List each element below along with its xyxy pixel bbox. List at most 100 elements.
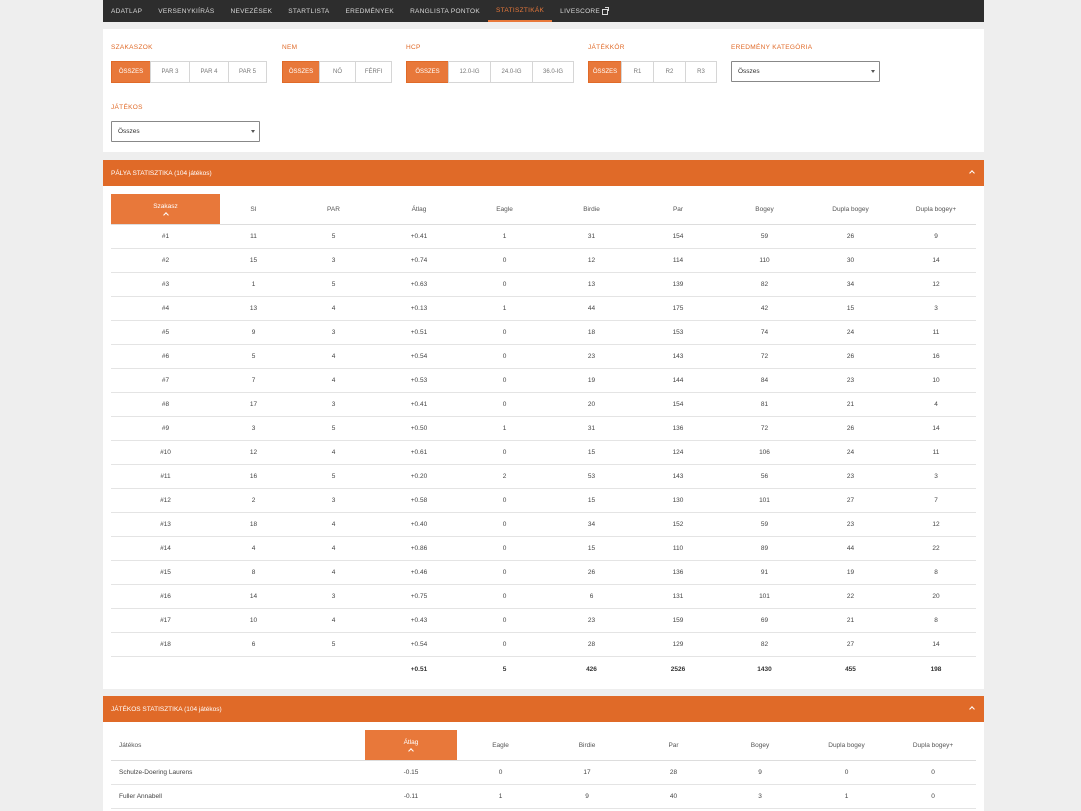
table-cell: 82	[724, 632, 805, 657]
table-cell: +0.50	[380, 416, 458, 441]
column-header[interactable]: Átlag	[365, 730, 457, 761]
column-header[interactable]: Par	[632, 194, 724, 225]
jatekkor-option-button[interactable]: R1	[621, 61, 654, 83]
table-cell: 84	[724, 368, 805, 393]
table-cell: 15	[220, 248, 287, 273]
table-cell: 14	[220, 584, 287, 609]
column-header[interactable]: Birdie	[551, 194, 632, 225]
table-cell: 8	[896, 608, 976, 633]
column-header[interactable]: Eagle	[457, 730, 544, 761]
column-header[interactable]: Átlag	[380, 194, 458, 225]
table-cell: 28	[630, 760, 717, 785]
table-cell: 19	[551, 368, 632, 393]
chevron-up-icon[interactable]	[969, 706, 975, 712]
table-cell: 44	[805, 536, 896, 561]
player-stats-table: Játékos Átlag Eagle Birdie Par Bogey Dupla bog…	[111, 730, 976, 809]
jatekos-select[interactable]: Összes	[111, 121, 260, 142]
table-cell: #12	[111, 488, 220, 513]
chevron-up-icon[interactable]	[969, 170, 975, 176]
hcp-button-group: ÖSSZES 12.0-IG 24.0-IG 36.0-IG	[406, 61, 574, 83]
table-row: #2 15 3 +0.74 0 12 114 110 30 14	[111, 248, 976, 273]
nav-item-7[interactable]: LIVESCORE	[552, 0, 616, 22]
filter-label: HCP	[406, 44, 421, 51]
nem-option-button[interactable]: ÖSSZES	[282, 61, 320, 83]
table-cell: 131	[632, 584, 724, 609]
table-cell: #5	[111, 320, 220, 345]
column-header[interactable]: SI	[220, 194, 287, 225]
szakaszok-option-button[interactable]: PAR 4	[189, 61, 229, 83]
table-cell: 3	[896, 464, 976, 489]
szakaszok-option-button[interactable]: PAR 5	[228, 61, 267, 83]
eredmeny-kategoria-select[interactable]: Összes	[731, 61, 880, 82]
jatekkor-option-button[interactable]: R2	[653, 61, 686, 83]
column-header[interactable]: Szakasz	[111, 194, 220, 225]
nem-button-group: ÖSSZES NŐ FÉRFI	[282, 61, 392, 83]
column-header[interactable]: Játékos	[111, 730, 365, 761]
table-cell: 4	[220, 536, 287, 561]
nem-option-button[interactable]: FÉRFI	[355, 61, 392, 83]
table-row: #4 13 4 +0.13 1 44 175 42 15 3	[111, 296, 976, 321]
table-cell: 12	[896, 512, 976, 537]
table-cell: 3	[287, 488, 380, 513]
hcp-option-button[interactable]: 12.0-IG	[448, 61, 491, 83]
table-row[interactable]: Fuller Annabell -0.11 1 9 40 3 1 0	[111, 784, 976, 809]
player-name: Fuller Annabell	[111, 784, 365, 809]
nav-item-4[interactable]: EREDMÉNYEK	[338, 0, 403, 22]
szakaszok-option-button[interactable]: ÖSSZES	[111, 61, 151, 83]
table-cell: 6	[220, 632, 287, 657]
table-cell: 4	[896, 392, 976, 417]
table-cell: 14	[896, 416, 976, 441]
hcp-option-button[interactable]: 36.0-IG	[532, 61, 574, 83]
table-cell: 15	[551, 488, 632, 513]
hcp-option-button[interactable]: ÖSSZES	[406, 61, 449, 83]
column-header[interactable]: Bogey	[717, 730, 803, 761]
table-cell: 3	[220, 416, 287, 441]
table-cell: #16	[111, 584, 220, 609]
nav-item-0[interactable]: ADATLAP	[103, 0, 150, 22]
table-cell: 5	[287, 224, 380, 249]
table-cell: #1	[111, 224, 220, 249]
table-cell: 16	[896, 344, 976, 369]
column-header[interactable]: Par	[630, 730, 717, 761]
caret-down-icon	[251, 130, 255, 133]
table-cell: 154	[632, 224, 724, 249]
nav-item-2[interactable]: NEVEZÉSEK	[223, 0, 281, 22]
hcp-option-button[interactable]: 24.0-IG	[490, 61, 533, 83]
table-cell: 3	[717, 784, 803, 809]
jatekkor-option-button[interactable]: ÖSSZES	[588, 61, 622, 83]
table-cell: 0	[458, 272, 551, 297]
jatekkor-option-button[interactable]: R3	[685, 61, 717, 83]
table-cell: 7	[896, 488, 976, 513]
table-cell: 12	[220, 440, 287, 465]
table-cell: +0.54	[380, 632, 458, 657]
table-cell: 22	[805, 584, 896, 609]
nav-item-label: STARTLISTA	[288, 7, 330, 15]
column-header[interactable]: Eagle	[458, 194, 551, 225]
course-stats-header[interactable]: PÁLYA STATISZTIKA (104 játékos)	[103, 160, 984, 186]
nav-item-1[interactable]: VERSENYKIÍRÁS	[150, 0, 222, 22]
table-row[interactable]: Schulze-Doering Laurens -0.15 0 17 28 9 0 0	[111, 760, 976, 785]
table-cell: +0.13	[380, 296, 458, 321]
column-header[interactable]: Bogey	[724, 194, 805, 225]
table-cell: 23	[551, 608, 632, 633]
table-cell: -0.15	[365, 760, 457, 785]
nav-item-6[interactable]: STATISZTIKÁK	[488, 0, 553, 22]
nav-item-3[interactable]: STARTLISTA	[280, 0, 337, 22]
panel-title: JÁTÉKOS STATISZTIKA (104 játékos)	[111, 705, 222, 713]
szakaszok-option-button[interactable]: PAR 3	[150, 61, 190, 83]
column-header[interactable]: Birdie	[544, 730, 630, 761]
column-header[interactable]: Dupla bogey	[805, 194, 896, 225]
player-stats-header[interactable]: JÁTÉKOS STATISZTIKA (104 játékos)	[103, 696, 984, 722]
table-cell: 144	[632, 368, 724, 393]
table-cell: #13	[111, 512, 220, 537]
column-header[interactable]: PAR	[287, 194, 380, 225]
column-header[interactable]: Dupla bogey+	[896, 194, 976, 225]
table-cell: 8	[896, 560, 976, 585]
column-header[interactable]: Dupla bogey+	[890, 730, 976, 761]
column-header[interactable]: Dupla bogey	[803, 730, 890, 761]
table-cell: 13	[220, 296, 287, 321]
nem-option-button[interactable]: NŐ	[319, 61, 356, 83]
top-nav: ADATLAP VERSENYKIÍRÁS NEVEZÉSEK STARTLISTA E…	[103, 0, 984, 22]
nav-item-5[interactable]: RANGLISTA PONTOK	[402, 0, 488, 22]
player-name: Schulze-Doering Laurens	[111, 760, 365, 785]
